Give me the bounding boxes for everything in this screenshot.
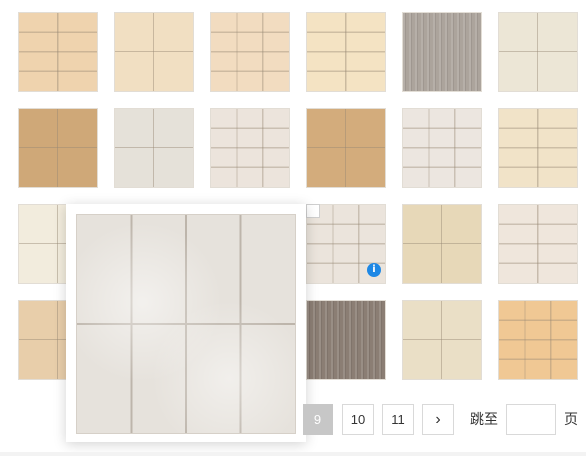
next-page-button[interactable]: › xyxy=(422,404,454,435)
jump-to-label: 跳至 xyxy=(470,411,498,427)
tile-r2c4[interactable] xyxy=(306,108,386,188)
tile-r2c2[interactable] xyxy=(114,108,194,188)
tile-r2c5[interactable] xyxy=(402,108,482,188)
tile-r4c6[interactable] xyxy=(498,300,578,380)
jump-page-input[interactable] xyxy=(506,404,556,435)
tile-texture xyxy=(307,109,385,187)
tile-texture xyxy=(499,301,577,379)
page-11-button[interactable]: 11 xyxy=(382,404,414,435)
tile-texture xyxy=(307,301,385,379)
tile-r2c3[interactable] xyxy=(210,108,290,188)
tile-texture xyxy=(115,109,193,187)
info-icon[interactable]: i xyxy=(367,263,381,277)
tile-r1c4[interactable] xyxy=(306,12,386,92)
tile-texture xyxy=(403,301,481,379)
tile-texture xyxy=(403,205,481,283)
tile-texture xyxy=(403,13,481,91)
tile-preview-image xyxy=(76,214,296,434)
tile-r1c5[interactable] xyxy=(402,12,482,92)
page-10-button[interactable]: 10 xyxy=(342,404,374,435)
page-suffix-label: 页 xyxy=(564,411,578,427)
tile-r3c5[interactable] xyxy=(402,204,482,284)
tile-r1c3[interactable] xyxy=(210,12,290,92)
tile-r2c6[interactable] xyxy=(498,108,578,188)
tile-r4c5[interactable] xyxy=(402,300,482,380)
tile-r1c2[interactable] xyxy=(114,12,194,92)
tile-texture xyxy=(499,13,577,91)
tile-preview-popup xyxy=(66,204,306,442)
tile-texture xyxy=(499,109,577,187)
tile-texture xyxy=(211,109,289,187)
tile-texture xyxy=(307,13,385,91)
page-9-button[interactable]: 9 xyxy=(303,404,333,435)
tile-r1c1[interactable] xyxy=(18,12,98,92)
tile-r1c6[interactable] xyxy=(498,12,578,92)
bottom-divider xyxy=(0,452,586,456)
tile-texture xyxy=(211,13,289,91)
chevron-right-icon: › xyxy=(435,411,441,428)
tile-r3c6[interactable] xyxy=(498,204,578,284)
tile-r2c1[interactable] xyxy=(18,108,98,188)
tile-texture xyxy=(499,205,577,283)
tile-texture xyxy=(403,109,481,187)
select-checkbox[interactable] xyxy=(306,204,320,218)
tile-r4c4[interactable] xyxy=(306,300,386,380)
tile-texture xyxy=(19,109,97,187)
tile-texture xyxy=(19,13,97,91)
tile-texture xyxy=(115,13,193,91)
